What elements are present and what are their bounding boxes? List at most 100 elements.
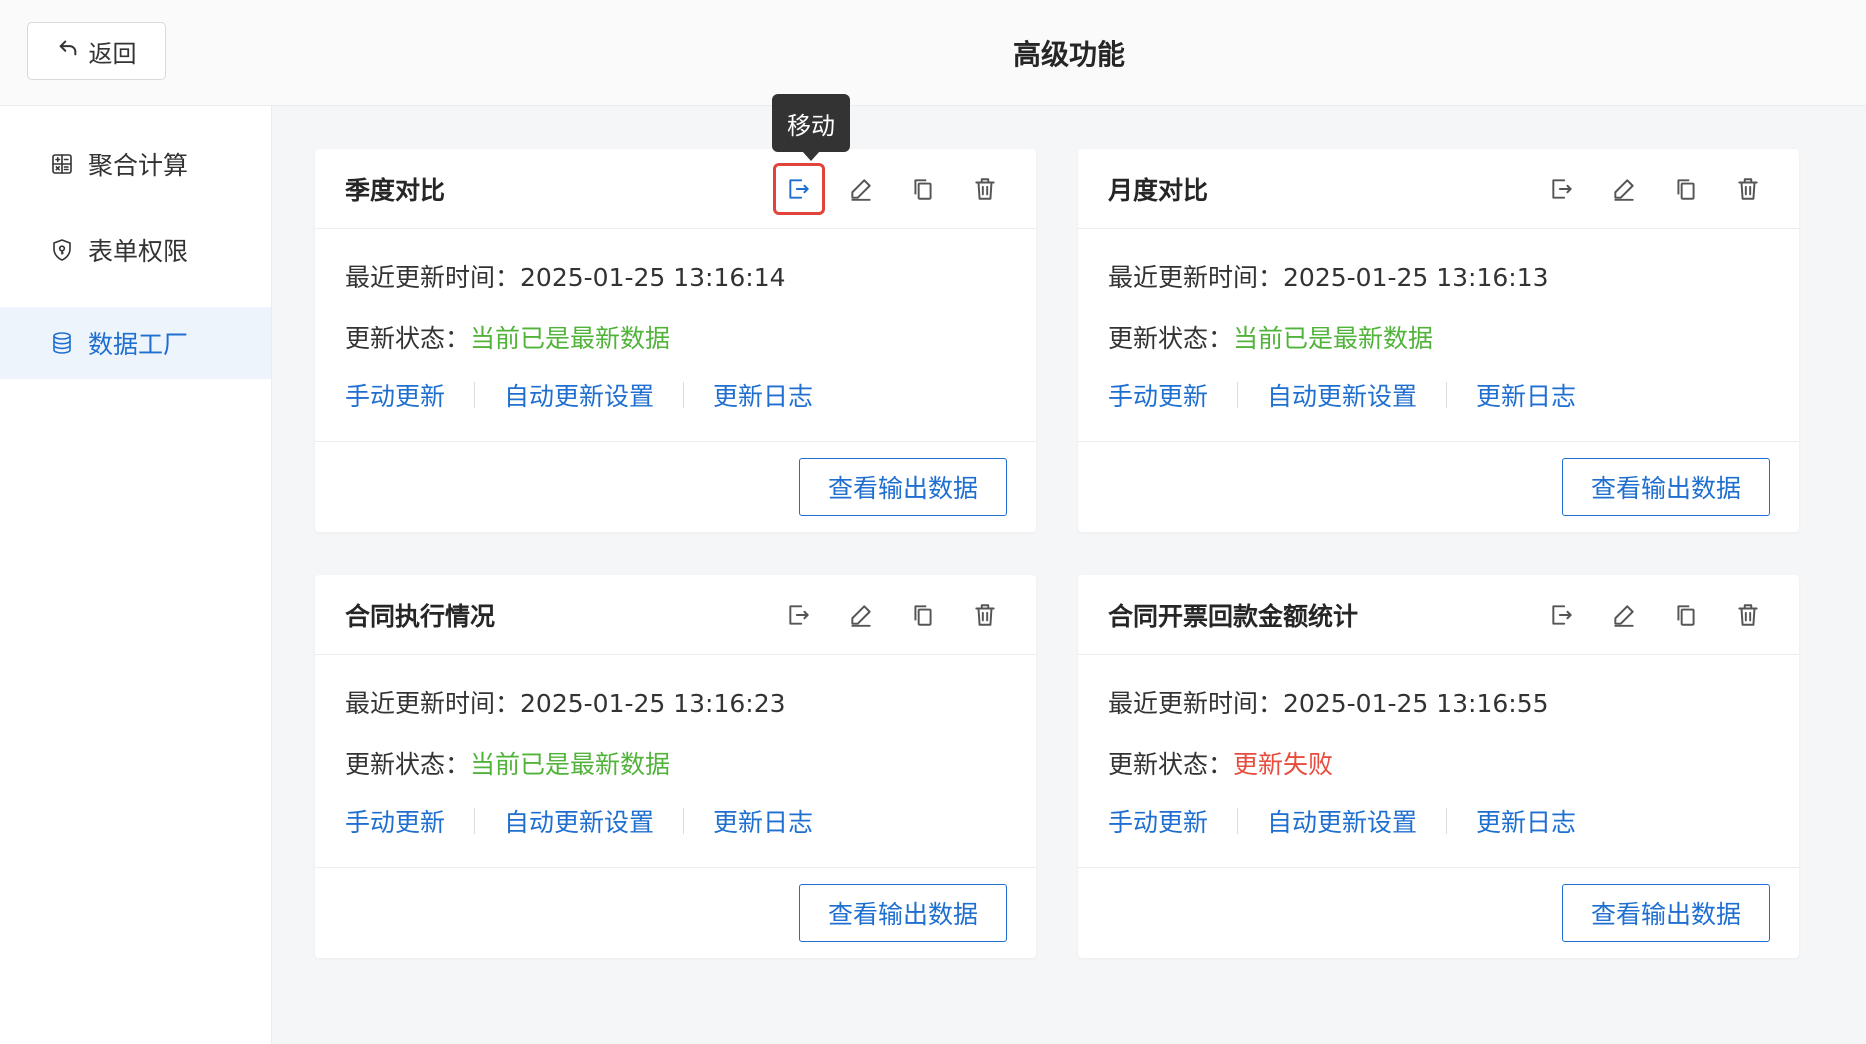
update-time-value: 2025-01-25 13:16:55 [1283,689,1549,718]
edit-button[interactable] [840,594,882,636]
delete-button[interactable] [1727,168,1769,210]
edit-button[interactable] [1603,594,1645,636]
update-time-value: 2025-01-25 13:16:14 [520,263,786,292]
update-time-line: 最近更新时间：2025-01-25 13:16:13 [1108,263,1549,292]
update-log-link[interactable]: 更新日志 [713,803,813,839]
manual-update-link[interactable]: 手动更新 [345,377,445,413]
view-output-button[interactable]: 查看输出数据 [1562,458,1770,516]
copy-icon [914,605,932,626]
card-footer: 查看输出数据 [315,867,1036,958]
sidebar-item-data-factory[interactable]: 数据工厂 [0,307,271,379]
action-links: 手动更新 自动更新设置 更新日志 [1108,377,1576,413]
status-line: 更新状态：当前已是最新数据 [1108,324,1434,353]
manual-update-link[interactable]: 手动更新 [1108,803,1208,839]
edit-icon [1614,179,1634,201]
move-icon [789,605,809,625]
card-header: 合同开票回款金额统计 [1078,575,1799,655]
edit-icon [1614,605,1634,627]
main-content: 季度对比 最近更新时间：2025-01-25 13:16:14 更新状态：当前已… [272,106,1866,1044]
status-value: 当前已是最新数据 [1233,324,1434,353]
delete-button[interactable] [964,594,1006,636]
update-log-link[interactable]: 更新日志 [713,377,813,413]
copy-button[interactable] [1665,594,1707,636]
move-button[interactable] [778,594,820,636]
sidebar-item-aggregate[interactable]: 聚合计算 [0,128,271,200]
trash-icon [1738,178,1758,200]
update-time-line: 最近更新时间：2025-01-25 13:16:23 [345,689,786,718]
card-monthly: 月度对比 最近更新时间：2025-01-25 13:16:13 更新状态：当前已… [1078,149,1799,532]
update-time-value: 2025-01-25 13:16:23 [520,689,786,718]
copy-icon [914,179,932,200]
update-time-line: 最近更新时间：2025-01-25 13:16:14 [345,263,786,292]
divider [1237,808,1239,834]
status-line: 更新状态：更新失败 [1108,750,1334,779]
card-contract-execution: 合同执行情况 最近更新时间：2025-01-25 13:16:23 更新状态：当… [315,575,1036,958]
sidebar-item-label: 聚合计算 [88,151,189,180]
card-header: 季度对比 [315,149,1036,229]
move-button[interactable] [1541,594,1583,636]
move-icon [1552,605,1572,625]
divider [474,382,476,408]
auto-update-settings-link[interactable]: 自动更新设置 [1267,803,1417,839]
card-footer: 查看输出数据 [1078,867,1799,958]
move-button[interactable] [1541,168,1583,210]
card-title: 季度对比 [345,176,446,205]
copy-button[interactable] [902,168,944,210]
page-title: 高级功能 [1012,38,1125,71]
divider [1446,808,1448,834]
card-actions [773,149,1006,229]
delete-button[interactable] [964,168,1006,210]
card-footer: 查看输出数据 [1078,441,1799,532]
copy-button[interactable] [902,594,944,636]
trash-icon [975,178,995,200]
action-links: 手动更新 自动更新设置 更新日志 [345,803,813,839]
auto-update-settings-link[interactable]: 自动更新设置 [504,377,654,413]
move-icon [789,179,809,199]
card-title: 合同执行情况 [345,602,496,631]
shield-icon [50,238,74,262]
view-output-button[interactable]: 查看输出数据 [1562,884,1770,942]
sidebar-item-label: 数据工厂 [88,330,189,359]
sidebar-item-form-permission[interactable]: 表单权限 [0,214,271,286]
divider [1446,382,1448,408]
trash-icon [1738,604,1758,626]
card-title: 合同开票回款金额统计 [1108,602,1359,631]
sidebar-item-label: 表单权限 [88,237,189,266]
edit-button[interactable] [840,168,882,210]
card-header: 合同执行情况 [315,575,1036,655]
card-quarterly: 季度对比 最近更新时间：2025-01-25 13:16:14 更新状态：当前已… [315,149,1036,532]
divider [683,808,685,834]
card-title: 月度对比 [1108,176,1209,205]
delete-button[interactable] [1727,594,1769,636]
update-time-line: 最近更新时间：2025-01-25 13:16:55 [1108,689,1549,718]
view-output-button[interactable]: 查看输出数据 [799,884,1007,942]
update-time-value: 2025-01-25 13:16:13 [1283,263,1549,292]
copy-button[interactable] [1665,168,1707,210]
header: 返回 高级功能 [0,0,1866,106]
divider [1237,382,1239,408]
card-contract-billing: 合同开票回款金额统计 最近更新时间：2025-01-25 13:16:55 更新… [1078,575,1799,958]
status-value: 当前已是最新数据 [470,324,671,353]
divider [683,382,685,408]
edit-button[interactable] [1603,168,1645,210]
card-actions [778,575,1006,655]
card-actions [1541,575,1769,655]
card-actions [1541,149,1769,229]
action-links: 手动更新 自动更新设置 更新日志 [345,377,813,413]
trash-icon [975,604,995,626]
edit-icon [851,605,871,627]
auto-update-settings-link[interactable]: 自动更新设置 [1267,377,1417,413]
manual-update-link[interactable]: 手动更新 [345,803,445,839]
copy-icon [1677,179,1695,200]
move-button[interactable] [773,163,825,215]
status-value: 更新失败 [1233,750,1334,779]
status-line: 更新状态：当前已是最新数据 [345,324,671,353]
sidebar: 聚合计算表单权限数据工厂 [0,106,272,1044]
update-log-link[interactable]: 更新日志 [1476,803,1576,839]
update-log-link[interactable]: 更新日志 [1476,377,1576,413]
view-output-button[interactable]: 查看输出数据 [799,458,1007,516]
manual-update-link[interactable]: 手动更新 [1108,377,1208,413]
status-value: 当前已是最新数据 [470,750,671,779]
auto-update-settings-link[interactable]: 自动更新设置 [504,803,654,839]
action-links: 手动更新 自动更新设置 更新日志 [1108,803,1576,839]
